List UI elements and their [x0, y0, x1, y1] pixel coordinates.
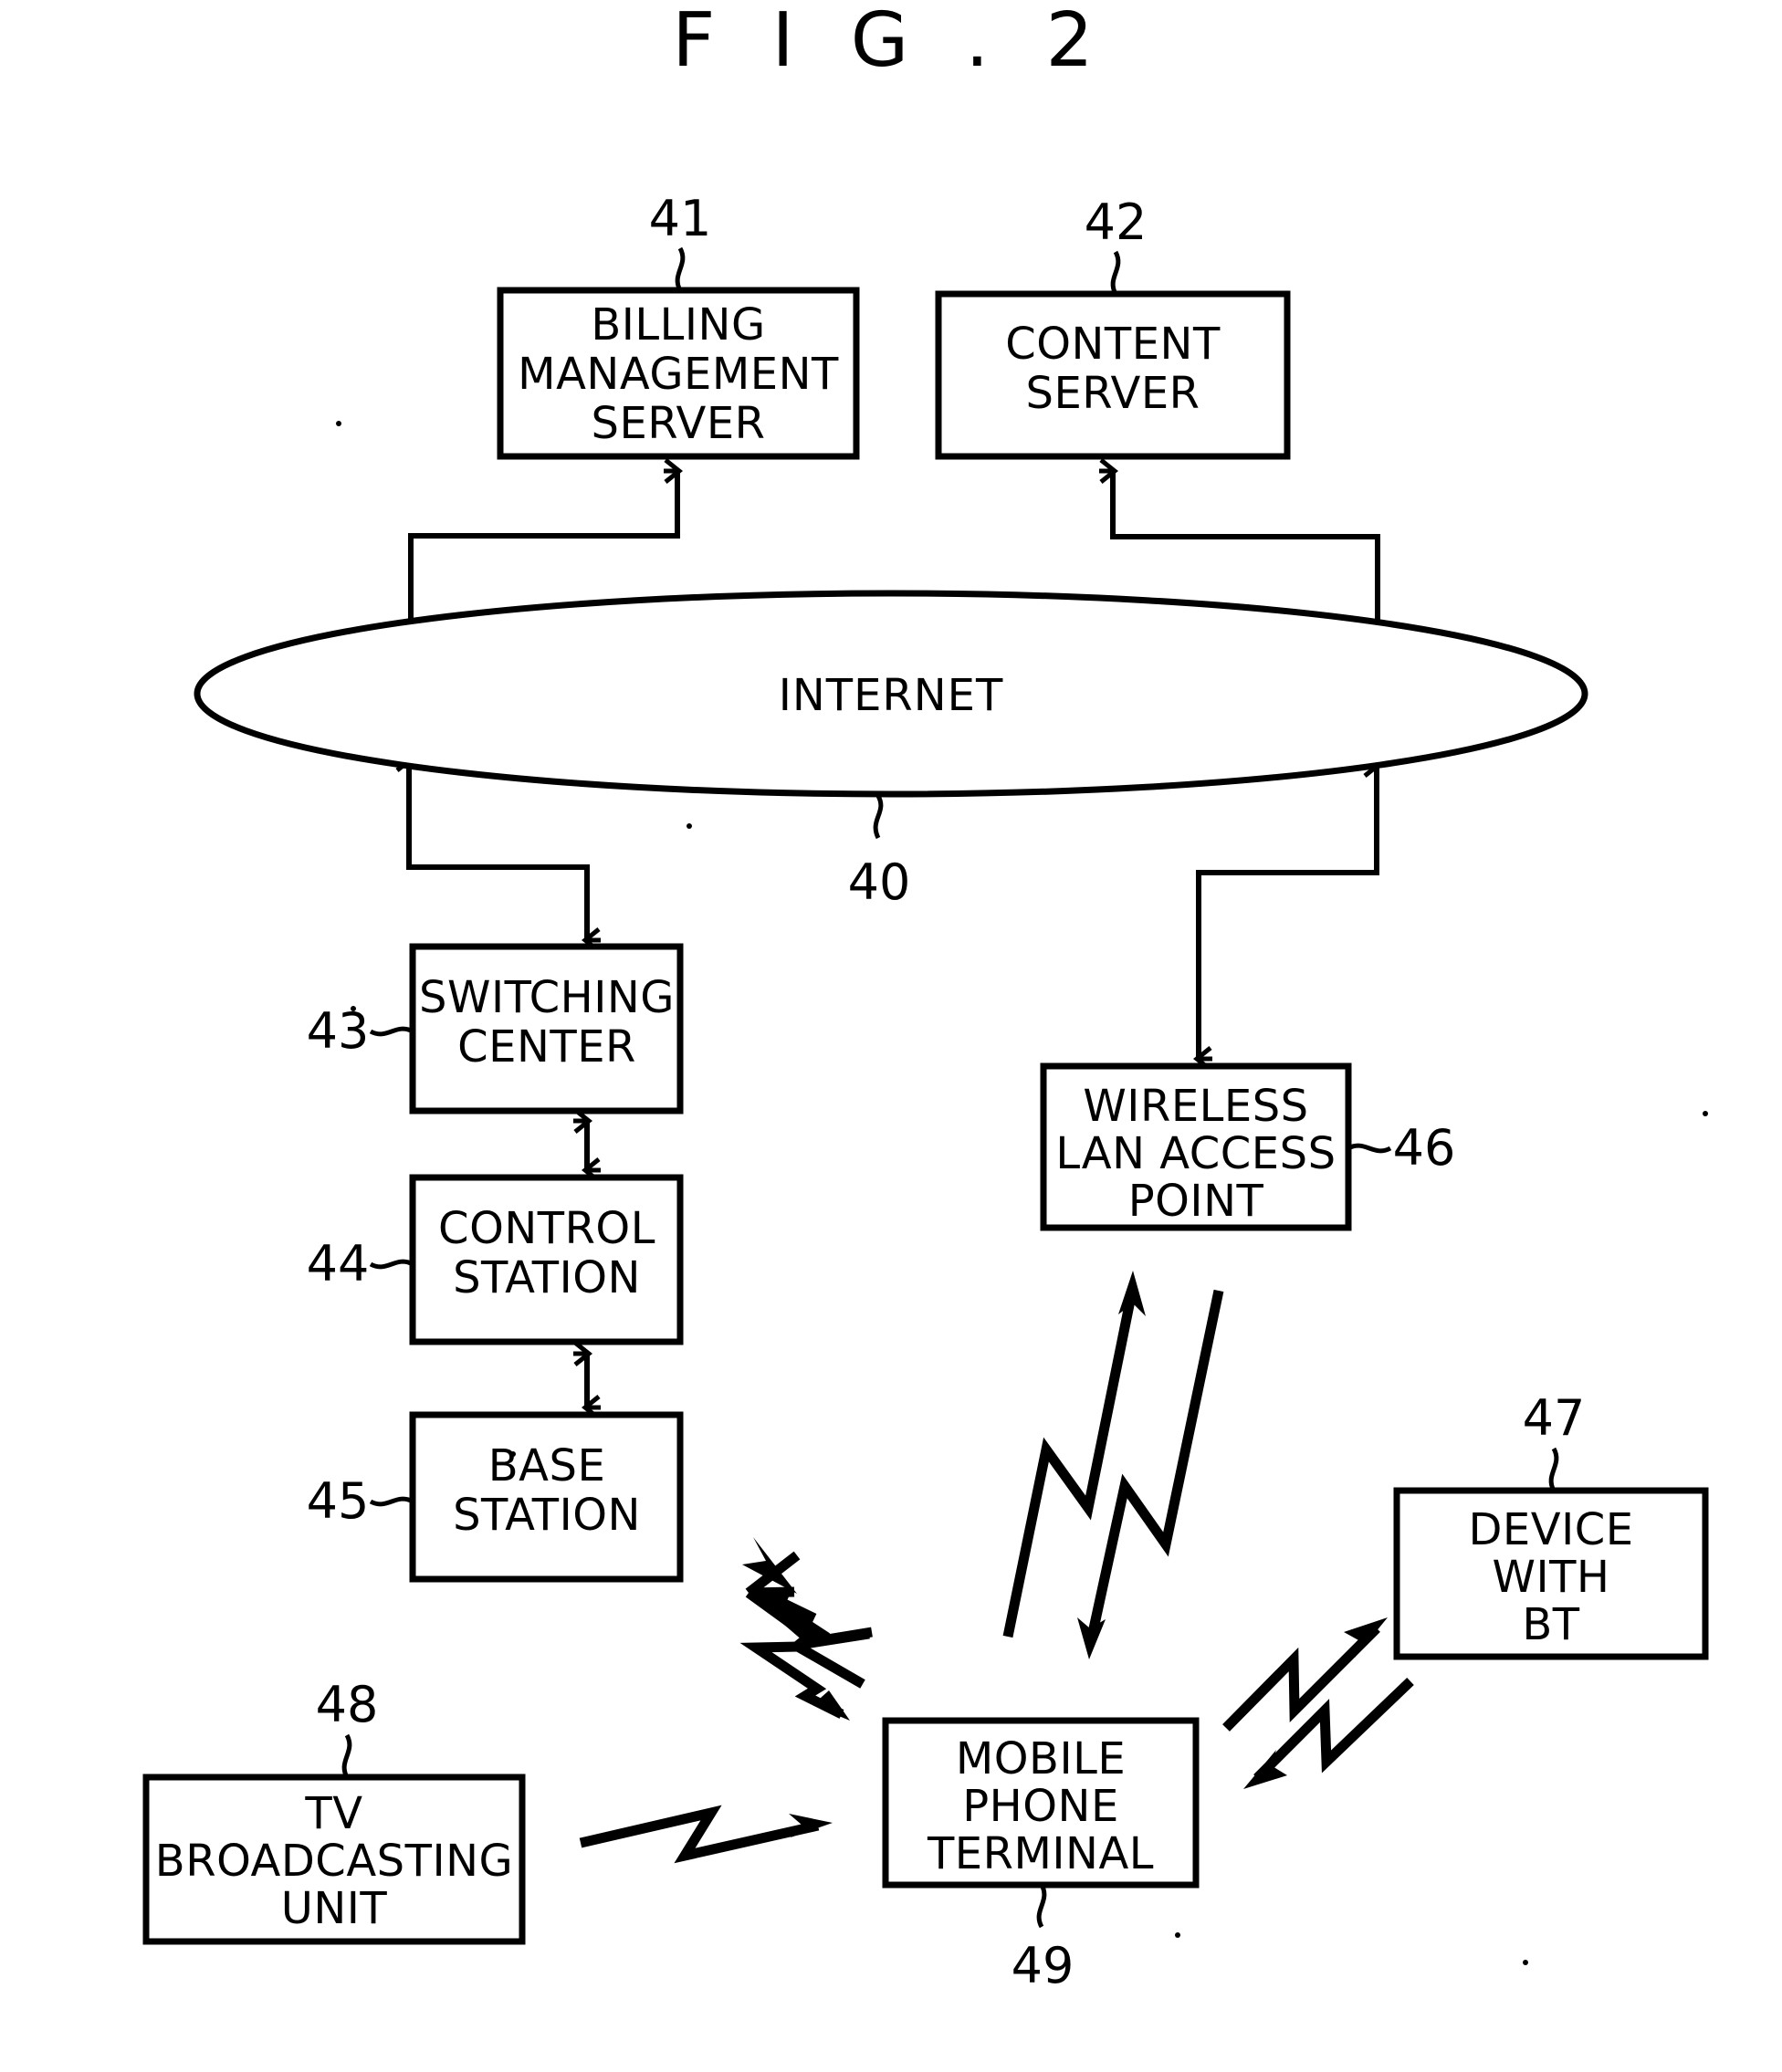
figure-title: F I G . 2 [672, 0, 1109, 84]
tv-broadcasting-unit-line2: BROADCASTING [155, 1836, 513, 1887]
device-with-bt-line2: WITH [1492, 1552, 1609, 1603]
base-station-line2: STATION [453, 1490, 641, 1541]
mobile-phone-terminal-line3: TERMINAL [927, 1828, 1154, 1879]
node-mobile-phone-terminal: MOBILE PHONE TERMINAL [882, 1717, 1200, 1889]
device-with-bt-line3: BT [1522, 1599, 1579, 1650]
ref-leader-49 [1036, 1883, 1047, 1929]
scan-speck [687, 823, 692, 829]
tv-broadcasting-unit-line3: UNIT [281, 1883, 388, 1934]
connector-internet-to-wireless-lan-ap [1192, 752, 1383, 1072]
content-server-line2: SERVER [1025, 368, 1200, 419]
ref-number-switching-center: 43 [307, 1002, 370, 1060]
ref-leader-40 [873, 794, 884, 840]
ref-number-content-server: 42 [1085, 194, 1148, 251]
scan-speck [510, 1451, 516, 1457]
diagram-canvas: F I G . 2 INTERNET 40 BILLING MANAGEMENT… [142, 0, 1709, 1994]
wireless-link-base-station-mobile [739, 1537, 873, 1721]
node-control-station: CONTROL STATION [409, 1174, 684, 1345]
ref-leader-48 [341, 1733, 352, 1779]
billing-management-server-line3: SERVER [591, 398, 765, 449]
control-station-line2: STATION [453, 1252, 641, 1303]
wireless-link-mobile-bt-device [1222, 1617, 1414, 1789]
ref-number-tv-broadcasting-unit: 48 [316, 1676, 379, 1733]
billing-management-server-line2: MANAGEMENT [518, 349, 839, 400]
wireless-lan-access-point-line2: LAN ACCESS [1055, 1128, 1336, 1179]
internet-cloud: INTERNET [194, 590, 1588, 798]
node-base-station: BASE STATION [409, 1411, 684, 1583]
scan-speck [587, 454, 592, 459]
scan-speck [1523, 1960, 1528, 1965]
node-tv-broadcasting-unit: TV BROADCASTING UNIT [142, 1774, 526, 1945]
scan-speck [351, 1006, 356, 1011]
billing-management-server-line1: BILLING [591, 299, 765, 351]
wireless-link-tv-mobile [579, 1805, 833, 1864]
scan-speck [336, 421, 341, 426]
mobile-phone-terminal-line1: MOBILE [956, 1733, 1126, 1784]
ref-leader-45 [369, 1496, 414, 1507]
mobile-phone-terminal-line2: PHONE [962, 1781, 1119, 1832]
device-with-bt-line1: DEVICE [1468, 1504, 1633, 1555]
wireless-lan-access-point-line3: POINT [1128, 1176, 1264, 1227]
ref-number-control-station: 44 [307, 1235, 370, 1292]
ref-number-mobile-phone-terminal: 49 [1012, 1937, 1074, 1994]
node-content-server: CONTENT SERVER [935, 290, 1291, 460]
patent-figure: F I G . 2 INTERNET 40 BILLING MANAGEMENT… [0, 0, 1782, 2072]
ref-leader-46 [1347, 1143, 1392, 1154]
scan-speck [1175, 1932, 1180, 1938]
ref-number-internet: 40 [848, 853, 911, 911]
node-billing-management-server: BILLING MANAGEMENT SERVER [497, 287, 860, 460]
ref-number-wireless-lan-access-point: 46 [1393, 1119, 1456, 1177]
content-server-line1: CONTENT [1005, 319, 1221, 370]
switching-center-line2: CENTER [457, 1021, 636, 1073]
wireless-link-lan-ap-mobile [1002, 1271, 1224, 1659]
wireless-lan-access-point-line1: WIRELESS [1083, 1081, 1308, 1132]
node-device-with-bt: DEVICE WITH BT [1393, 1487, 1709, 1660]
control-station-line1: CONTROL [438, 1203, 655, 1254]
switching-center-line1: SWITCHING [419, 972, 675, 1023]
scan-speck [1703, 1111, 1708, 1116]
ref-number-device-with-bt: 47 [1523, 1389, 1586, 1447]
ref-leader-47 [1548, 1447, 1559, 1492]
internet-label: INTERNET [779, 670, 1004, 721]
node-switching-center: SWITCHING CENTER [409, 943, 684, 1114]
base-station-line1: BASE [488, 1440, 606, 1491]
ref-leader-43 [369, 1026, 414, 1037]
connector-internet-to-switching-center [395, 747, 601, 953]
ref-leader-42 [1110, 250, 1121, 296]
ref-number-base-station: 45 [307, 1472, 370, 1530]
ref-leader-41 [675, 246, 686, 292]
ref-number-billing-management-server: 41 [649, 190, 712, 247]
ref-leader-44 [369, 1259, 414, 1270]
tv-broadcasting-unit-line1: TV [304, 1788, 362, 1839]
node-wireless-lan-access-point: WIRELESS LAN ACCESS POINT [1040, 1062, 1352, 1231]
